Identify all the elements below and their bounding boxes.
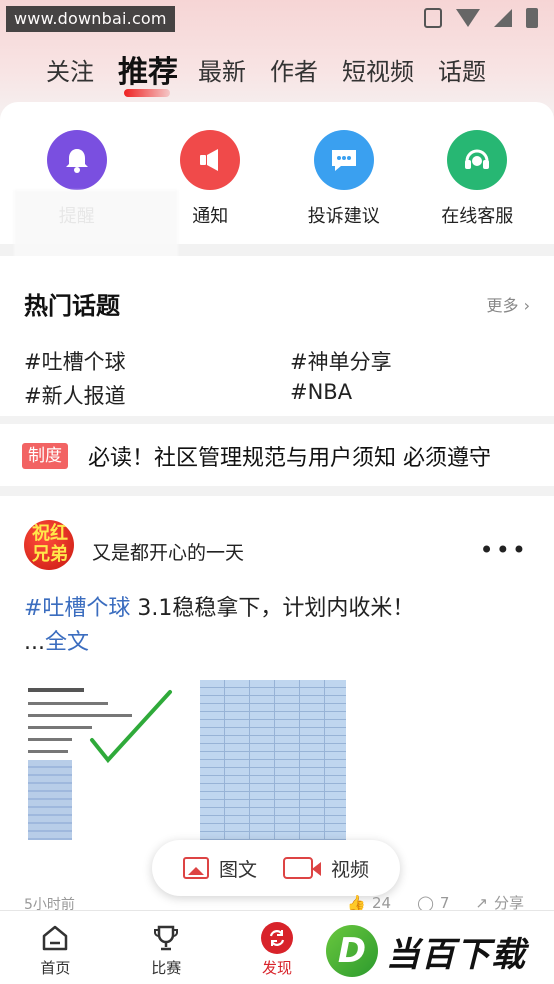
chevron-right-icon: › xyxy=(523,296,530,315)
share-icon: ↗ xyxy=(475,893,488,912)
like-button[interactable]: 👍 24 xyxy=(347,894,391,912)
post-image[interactable] xyxy=(200,680,346,844)
shortcut-label: 投诉建议 xyxy=(307,206,380,227)
discover-icon xyxy=(260,921,294,955)
video-camera-icon xyxy=(282,857,321,879)
trophy-icon xyxy=(149,921,183,955)
nav-label: 首页 xyxy=(40,959,71,977)
comment-count: 7 xyxy=(439,893,450,912)
more-link[interactable]: 更多 › xyxy=(486,292,530,316)
publish-float-bar: 图文 视频 xyxy=(152,840,400,896)
rule-badge: 制度 xyxy=(22,443,68,469)
post-card: 祝红兄弟 又是都开心的一天 ••• #吐槽个球 3.1稳稳拿下，计划内收米！ .… xyxy=(0,496,554,913)
more-label: 更多 xyxy=(486,296,519,315)
brand-logo-icon: D xyxy=(326,925,378,977)
avatar[interactable]: 祝红兄弟 xyxy=(24,520,74,570)
topic-item[interactable]: #NBA xyxy=(290,380,352,404)
image-icon xyxy=(182,857,209,879)
ellipsis: ... xyxy=(24,630,45,655)
nav-label: 比赛 xyxy=(151,959,182,977)
brand-watermark: D 当百下载 xyxy=(326,922,548,980)
brand-text: 当百下载 xyxy=(386,934,526,975)
battery-icon xyxy=(526,8,538,28)
hot-topics-card: 热门话题 更多 › #吐槽个球 #神单分享 #新人报道 #NBA xyxy=(0,256,554,416)
vibrate-icon xyxy=(424,8,442,28)
megaphone-icon xyxy=(180,130,241,190)
post-content: #吐槽个球 3.1稳稳拿下，计划内收米！ ...全文 xyxy=(24,592,534,660)
nav-label: 发现 xyxy=(261,959,292,977)
nav-home[interactable]: 首页 xyxy=(0,911,111,984)
more-options-icon[interactable]: ••• xyxy=(480,536,528,564)
publish-video-button[interactable]: 视频 xyxy=(282,855,369,882)
shortcut-label: 通知 xyxy=(192,206,229,227)
wifi-icon xyxy=(456,9,480,27)
thumbs-up-icon: 👍 xyxy=(347,893,366,912)
nav-matches[interactable]: 比赛 xyxy=(111,911,222,984)
avatar-text: 祝红兄弟 xyxy=(32,523,68,565)
headset-icon xyxy=(447,130,508,190)
topic-item[interactable]: #吐槽个球 xyxy=(24,346,126,376)
video-label: 视频 xyxy=(330,858,369,881)
bell-icon xyxy=(46,130,107,190)
post-image[interactable] xyxy=(22,680,188,844)
nav-discover[interactable]: 发现 xyxy=(222,911,333,984)
tab-follow[interactable]: 关注 xyxy=(46,52,94,87)
home-icon xyxy=(38,921,72,955)
comment-button[interactable]: ◯ 7 xyxy=(417,894,449,912)
tab-latest[interactable]: 最新 xyxy=(198,52,246,87)
tab-recommend[interactable]: 推荐 xyxy=(118,47,178,97)
rule-text: 必读！社区管理规范与用户须知 必须遵守 xyxy=(88,446,491,471)
post-author[interactable]: 又是都开心的一天 xyxy=(92,538,244,565)
like-count: 24 xyxy=(371,893,392,912)
publish-image-text-button[interactable]: 图文 xyxy=(182,855,257,882)
full-text-link[interactable]: 全文 xyxy=(45,630,89,655)
status-bar-icons xyxy=(424,8,538,28)
rule-banner[interactable]: 制度 必读！社区管理规范与用户须知 必须遵守 xyxy=(0,424,554,486)
shortcut-support[interactable]: 在线客服 xyxy=(422,130,532,228)
shortcut-feedback[interactable]: 投诉建议 xyxy=(289,130,399,228)
shortcut-label: 在线客服 xyxy=(441,206,514,227)
feed-tabs: 关注 推荐 最新 作者 短视频 话题 xyxy=(0,44,554,97)
hot-topics-title: 热门话题 xyxy=(24,292,120,320)
image-text-label: 图文 xyxy=(218,858,257,881)
topic-item[interactable]: #神单分享 xyxy=(290,346,392,376)
post-topic-tag[interactable]: #吐槽个球 xyxy=(24,596,130,621)
post-body: 3.1稳稳拿下，计划内收米！ xyxy=(130,596,415,621)
tab-topics[interactable]: 话题 xyxy=(438,52,486,87)
topic-item[interactable]: #新人报道 xyxy=(24,380,126,410)
tab-short-video[interactable]: 短视频 xyxy=(342,52,414,87)
site-watermark: www.downbai.com xyxy=(6,6,175,32)
chat-bubble-icon xyxy=(313,130,374,190)
post-image[interactable] xyxy=(354,680,554,844)
comment-icon: ◯ xyxy=(417,893,434,912)
signal-icon xyxy=(494,9,512,27)
tab-authors[interactable]: 作者 xyxy=(270,52,318,87)
